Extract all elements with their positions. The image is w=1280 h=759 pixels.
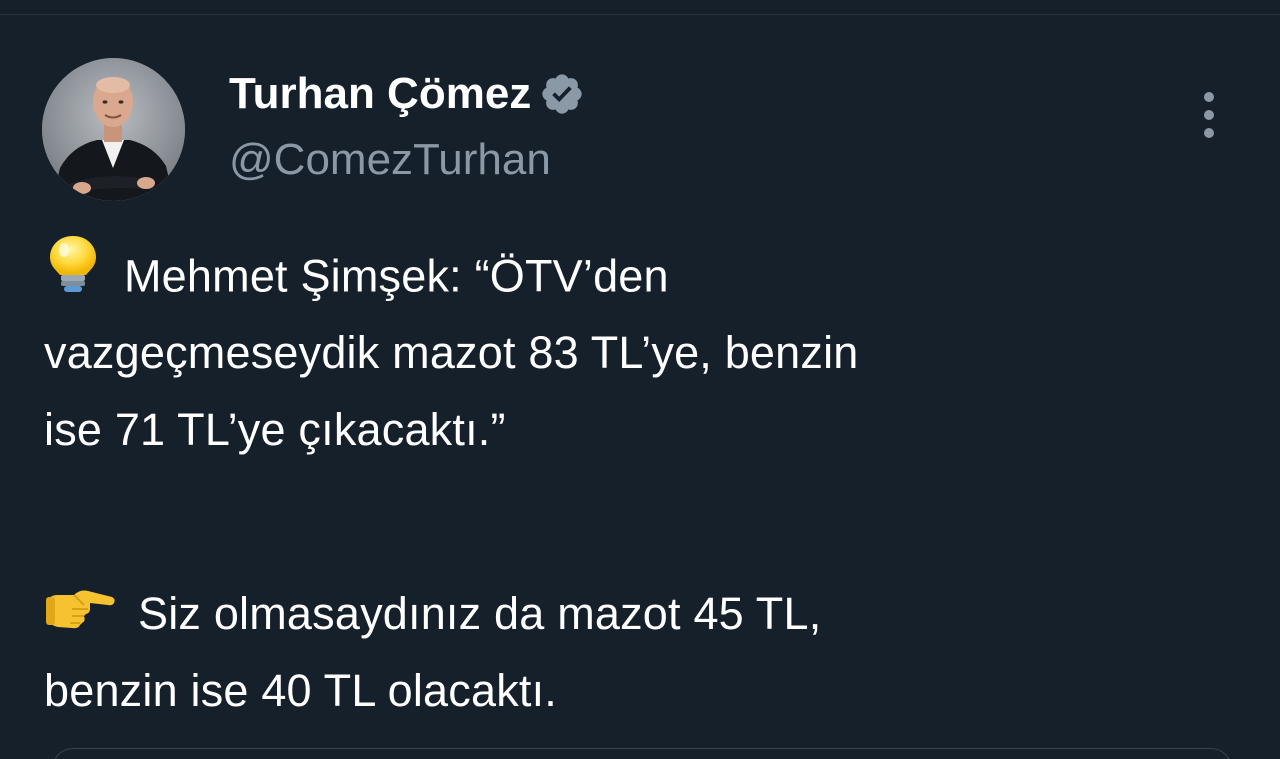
tweet-line: ise 71 TL’ye çıkacaktı.” (44, 404, 506, 455)
media-card-edge[interactable] (52, 748, 1232, 759)
handle[interactable]: @ComezTurhan (229, 134, 551, 186)
tweet-line: vazgeçmeseydik mazot 83 TL’ye, benzin (44, 327, 859, 378)
display-name[interactable]: Turhan Çömez (229, 68, 585, 120)
tweet-line: Mehmet Şimşek: “ÖTV’den (44, 236, 859, 314)
verified-badge-icon[interactable] (539, 71, 585, 117)
pointing-right-hand-icon (44, 575, 116, 652)
tweet-paragraph-1: Mehmet Şimşek: “ÖTV’den vazgeçmeseydik m… (44, 236, 859, 468)
more-options-icon[interactable] (1195, 92, 1223, 138)
display-name-text: Turhan Çömez (229, 69, 532, 118)
tweet-line: Siz olmasaydınız da mazot 45 TL, (44, 575, 821, 652)
tweet-line-text: Siz olmasaydınız da mazot 45 TL, (138, 588, 822, 639)
avatar[interactable] (42, 58, 185, 201)
tweet-paragraph-2: Siz olmasaydınız da mazot 45 TL, benzin … (44, 575, 821, 729)
light-bulb-icon (44, 233, 102, 318)
tweet: Turhan Çömez @ComezTurhan Mehmet Şimşek:… (0, 0, 1280, 759)
tweet-line: benzin ise 40 TL olacaktı. (44, 665, 558, 716)
tweet-line-text: Mehmet Şimşek: “ÖTV’den (124, 250, 669, 302)
